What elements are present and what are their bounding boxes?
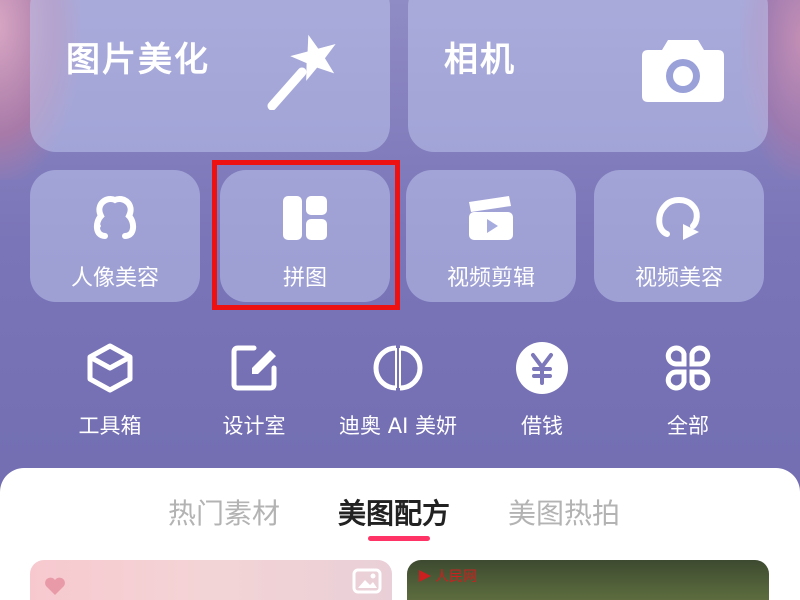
video-beauty-label: 视频美容 [634, 266, 723, 291]
content-panel: 热门素材 美图配方 美图热拍 人民网 [0, 468, 800, 600]
recipe-thumbnail-left[interactable] [30, 560, 392, 600]
play-logo-icon [419, 570, 431, 582]
image-icon [352, 568, 382, 594]
video-beauty-card[interactable]: 视频美容 [594, 170, 764, 302]
recipe-thumbnail-right[interactable]: 人民网 [407, 560, 769, 600]
video-edit-label: 视频剪辑 [446, 266, 535, 291]
tab-hot-materials[interactable]: 热门素材 [168, 492, 280, 532]
face-retouch-icon [93, 196, 137, 239]
photo-edit-card[interactable]: 图片美化 [30, 0, 390, 152]
portrait-beauty-card[interactable]: 人像美容 [30, 170, 200, 302]
grid-clover-icon [665, 345, 711, 391]
dior-cd-logo-icon [373, 345, 423, 391]
borrow-money-label: 借钱 [521, 414, 563, 438]
tab-meitu-hot-shots[interactable]: 美图热拍 [508, 492, 620, 532]
dior-ai-beauty-tool[interactable]: 迪奥 AI 美妍 [328, 338, 468, 448]
toolbox-label: 工具箱 [78, 414, 142, 438]
camera-label: 相机 [444, 40, 516, 80]
magic-wand-icon [267, 34, 336, 110]
edit-pencil-icon [231, 345, 277, 391]
video-face-icon [656, 197, 700, 240]
borrow-money-tool[interactable]: 借钱 [472, 338, 612, 448]
collage-highlight-box [212, 160, 400, 310]
toolbox-cube-icon [87, 343, 133, 393]
all-tools-tool[interactable]: 全部 [618, 338, 758, 448]
video-clapper-icon [469, 196, 513, 240]
camera-card[interactable]: 相机 [408, 0, 768, 152]
thumbnail-logo-text: 人民网 [435, 569, 477, 585]
design-studio-label: 设计室 [222, 414, 286, 438]
dior-ai-beauty-label: 迪奥 AI 美妍 [339, 414, 457, 438]
portrait-beauty-label: 人像美容 [70, 266, 159, 291]
design-studio-tool[interactable]: 设计室 [184, 338, 324, 448]
all-tools-label: 全部 [667, 414, 709, 438]
video-edit-card[interactable]: 视频剪辑 [406, 170, 576, 302]
yuan-coin-icon [516, 342, 568, 394]
active-tab-indicator [368, 536, 430, 541]
heart-decoration-icon [45, 577, 65, 595]
photo-edit-label: 图片美化 [66, 40, 210, 80]
camera-icon [642, 40, 724, 102]
toolbox-tool[interactable]: 工具箱 [40, 338, 180, 448]
tab-meitu-recipes[interactable]: 美图配方 [338, 492, 450, 532]
